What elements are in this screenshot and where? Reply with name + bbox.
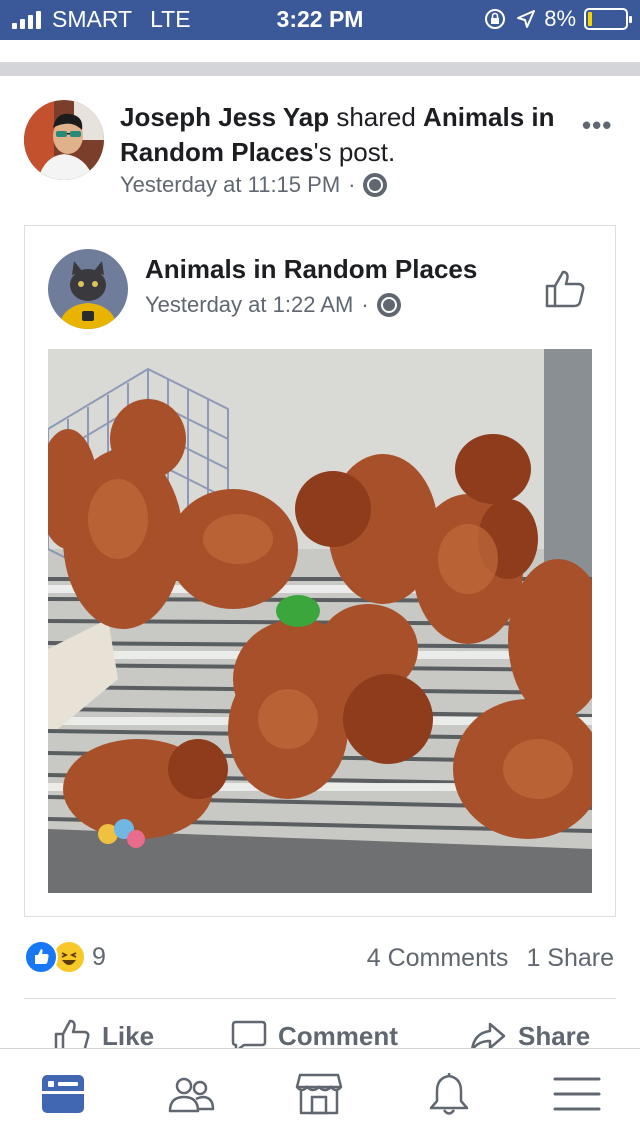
status-bar: SMART LTE 3:22 PM 8% xyxy=(0,0,640,40)
feed-divider xyxy=(0,62,640,76)
author-avatar[interactable] xyxy=(24,100,104,180)
like-reaction-icon xyxy=(24,940,58,974)
page-avatar-image xyxy=(48,249,128,329)
comments-count[interactable]: 4 Comments xyxy=(367,944,509,973)
shared-verb: shared xyxy=(329,102,424,132)
reaction-count: 9 xyxy=(92,942,106,971)
page-avatar[interactable] xyxy=(48,249,128,329)
location-icon xyxy=(517,10,536,28)
orientation-lock-icon xyxy=(485,9,506,29)
comment-label: Comment xyxy=(278,1020,398,1051)
shares-count[interactable]: 1 Share xyxy=(526,944,614,973)
notifications-icon[interactable] xyxy=(424,1069,474,1119)
share-label: Share xyxy=(518,1020,591,1051)
globe-icon xyxy=(363,173,388,197)
puppies-photo-illustration xyxy=(48,349,592,893)
battery-percent: 8% xyxy=(544,6,576,31)
menu-icon[interactable] xyxy=(552,1069,602,1119)
news-feed-icon[interactable] xyxy=(38,1069,88,1119)
bottom-tab-bar xyxy=(0,1048,640,1136)
friends-icon[interactable] xyxy=(166,1069,216,1119)
more-dots-icon[interactable]: ••• xyxy=(582,110,612,141)
battery-icon xyxy=(584,8,632,30)
author-avatar-image xyxy=(24,100,104,180)
status-right: 8% xyxy=(484,6,632,32)
post-suffix: 's post. xyxy=(313,137,396,167)
post-timestamp[interactable]: Yesterday at 11:15 PM xyxy=(120,172,340,198)
globe-icon xyxy=(376,293,401,317)
reactions-summary[interactable]: 9 xyxy=(24,940,106,974)
shared-post-timestamp[interactable]: Yesterday at 1:22 AM xyxy=(145,292,353,318)
like-label: Like xyxy=(102,1020,155,1051)
shared-post-meta: Yesterday at 1:22 AM · xyxy=(145,292,401,318)
author-name[interactable]: Joseph Jess Yap xyxy=(120,102,329,132)
shared-page-name[interactable]: Animals in Random Places xyxy=(145,254,477,285)
meta-separator: · xyxy=(348,172,356,197)
marketplace-icon[interactable] xyxy=(294,1069,344,1119)
meta-separator: · xyxy=(361,292,369,317)
post-photo[interactable] xyxy=(48,349,592,893)
thumbs-up-icon[interactable] xyxy=(543,266,587,310)
engagement-counts: 4 Comments 1 Share xyxy=(367,944,614,973)
action-separator xyxy=(24,998,616,999)
shared-post-card[interactable]: Animals in Random Places Yesterday at 1:… xyxy=(24,225,616,917)
post-meta: Yesterday at 11:15 PM · xyxy=(120,172,388,198)
post-header-text: Joseph Jess Yap shared Animals in Random… xyxy=(120,100,570,170)
